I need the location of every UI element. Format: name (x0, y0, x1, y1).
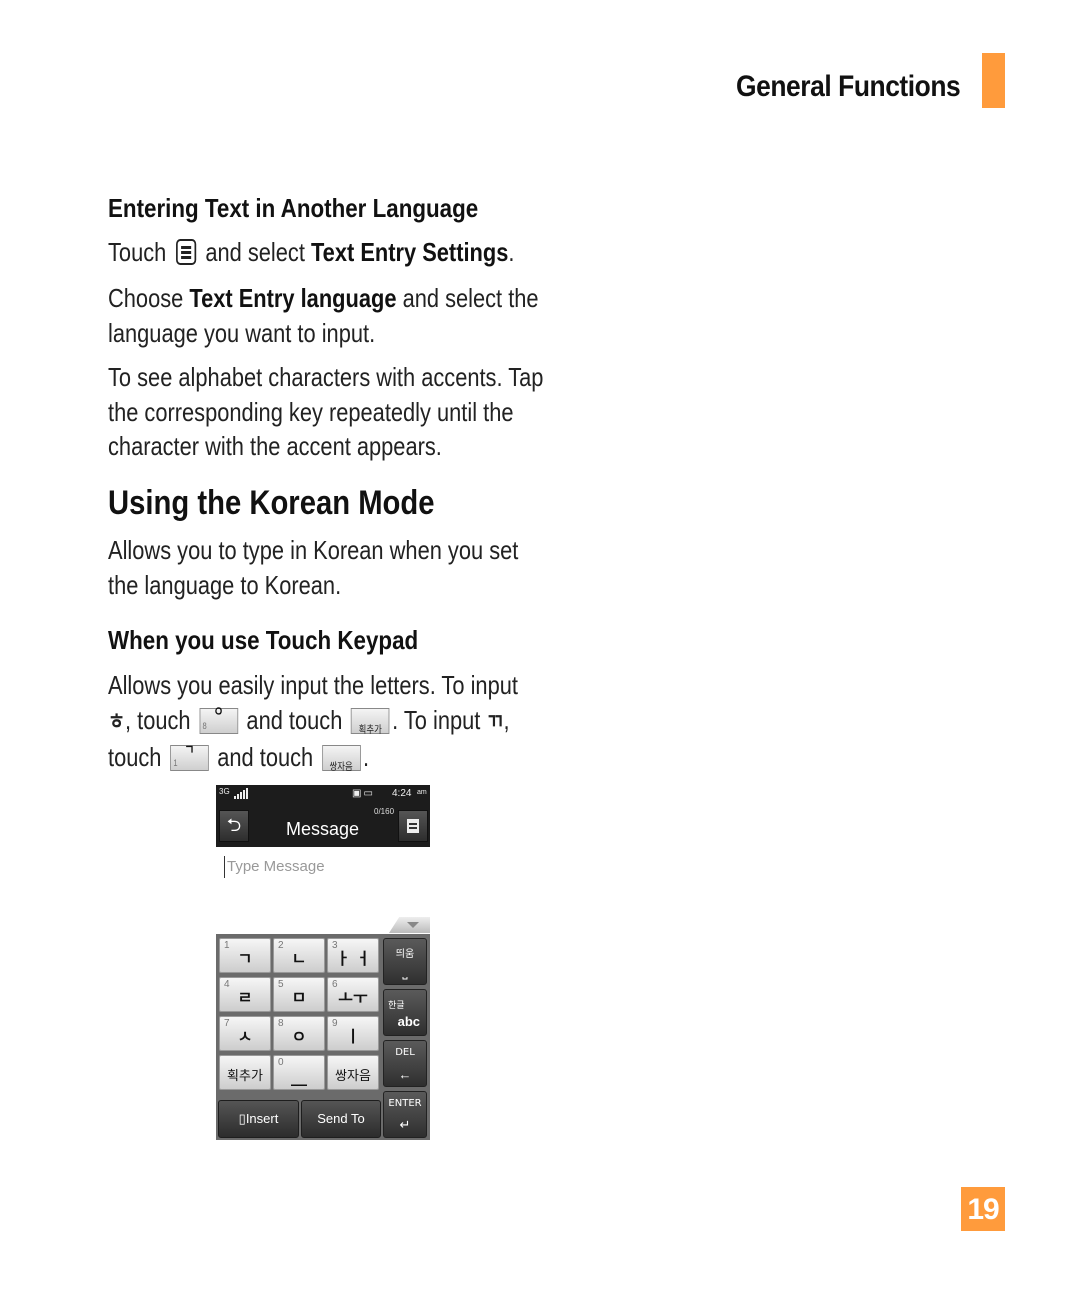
key-icon-add-stroke: 획추가 (350, 707, 390, 736)
space-key[interactable]: 띄움 ⎵ (383, 938, 427, 985)
text: . To input (392, 704, 481, 735)
key-double-consonant[interactable]: 쌍자음 (327, 1055, 379, 1090)
text: Choose (108, 283, 184, 313)
backspace-icon: ← (398, 1067, 412, 1082)
text: Allows you easily input the letters. To … (108, 670, 518, 700)
text: touch (108, 742, 162, 772)
section-tab-marker (982, 53, 1005, 108)
text: and select the (402, 283, 539, 313)
status-bar: 3G ▣▭ 4:24 am (216, 785, 430, 803)
enter-icon: ↵ (399, 1117, 411, 1132)
menu-icon (175, 239, 196, 265)
korean-char-h: ㅎ (108, 709, 126, 735)
insert-button[interactable]: ▯Insert (218, 1100, 299, 1138)
text: , (503, 704, 510, 735)
send-to-button[interactable]: Send To (301, 1100, 381, 1138)
key-8[interactable]: 8ㅇ (273, 1016, 325, 1051)
back-icon: ⮌ (226, 815, 242, 835)
attachment-icon: ▯ (238, 1111, 246, 1126)
key-1[interactable]: 1ㄱ (219, 938, 271, 973)
key-9[interactable]: 9ㅣ (327, 1016, 379, 1051)
key-add-stroke[interactable]: 획추가 (219, 1055, 271, 1090)
back-button[interactable]: ⮌ (219, 810, 249, 842)
text: . (508, 237, 515, 267)
menu-icon (407, 819, 419, 833)
paragraph-korean-intro: Allows you to type in Korean when you se… (108, 533, 518, 602)
text: the language to Korean. (108, 569, 342, 600)
korean-char-kk: ㄲ (486, 709, 504, 735)
key-3[interactable]: 3ㅏ ㅓ (327, 938, 379, 973)
heading-entering-text: Entering Text in Another Language (108, 193, 479, 223)
keyboard-hide-tab[interactable] (389, 917, 430, 933)
key-5[interactable]: 5ㅁ (273, 977, 325, 1012)
key-2[interactable]: 2ㄴ (273, 938, 325, 973)
text: To see alphabet characters with accents.… (108, 362, 544, 392)
heading-korean-mode: Using the Korean Mode (108, 484, 435, 522)
clock: 4:24 (392, 788, 412, 799)
key-icon-ieung: 8 ㅇ (199, 705, 238, 734)
signal-icon (234, 788, 248, 799)
delete-key[interactable]: DEL ← (383, 1040, 427, 1087)
text: Touch (108, 237, 167, 267)
paragraph-accents: To see alphabet characters with accents.… (108, 360, 543, 464)
touch-keypad: 1ㄱ 2ㄴ 3ㅏ ㅓ 4ㄹ 5ㅁ 6 ㅗㅜ 7ㅅ 8ㅇ 9ㅣ 획추가 0 __ 쌍자… (216, 934, 430, 1140)
paragraph-touch-menu: Touch and select Text Entry Settings. (108, 235, 514, 270)
key-icon-giyeok: 1 ㄱ (170, 743, 209, 771)
enter-key[interactable]: ENTER ↵ (383, 1091, 427, 1138)
text: and touch (217, 742, 314, 772)
text-bold: Text Entry language (189, 283, 397, 313)
phone-title-bar: 3G ▣▭ 4:24 am ⮌ Message 0/160 (216, 785, 430, 847)
message-input[interactable]: Type Message (224, 856, 427, 878)
text: and touch (246, 704, 343, 735)
text: , touch (125, 704, 191, 735)
key-icon-double-consonant: 쌍자음 (321, 745, 361, 773)
text: and select (205, 237, 305, 267)
key-0[interactable]: 0 __ (273, 1055, 325, 1090)
text-bold: Text Entry Settings (310, 237, 509, 267)
page-number: 19 (961, 1187, 1005, 1231)
menu-button[interactable] (398, 810, 428, 842)
text: language you want to input. (108, 317, 376, 348)
key-7[interactable]: 7ㅅ (219, 1016, 271, 1051)
heading-touch-keypad: When you use Touch Keypad (108, 625, 419, 655)
character-counter: 0/160 (374, 807, 395, 816)
text: Allows you to type in Korean when you se… (108, 535, 519, 565)
space-icon: ⎵ (402, 964, 408, 979)
language-toggle-key[interactable]: 한글 abc (383, 989, 427, 1036)
screen-title: Message (286, 819, 360, 839)
key-4[interactable]: 4ㄹ (219, 977, 271, 1012)
network-indicator: 3G (219, 787, 230, 796)
text: the corresponding key repeatedly until t… (108, 396, 514, 427)
paragraph-keypad-instructions: Allows you easily input the letters. To … (108, 668, 518, 775)
text: character with the accent appears. (108, 431, 442, 461)
paragraph-choose-language: Choose Text Entry language and select th… (108, 281, 539, 350)
clock-ampm: am (417, 789, 427, 796)
key-6[interactable]: 6 ㅗㅜ (327, 977, 379, 1012)
section-title: General Functions (736, 70, 961, 103)
status-icons: ▣▭ (352, 788, 375, 799)
